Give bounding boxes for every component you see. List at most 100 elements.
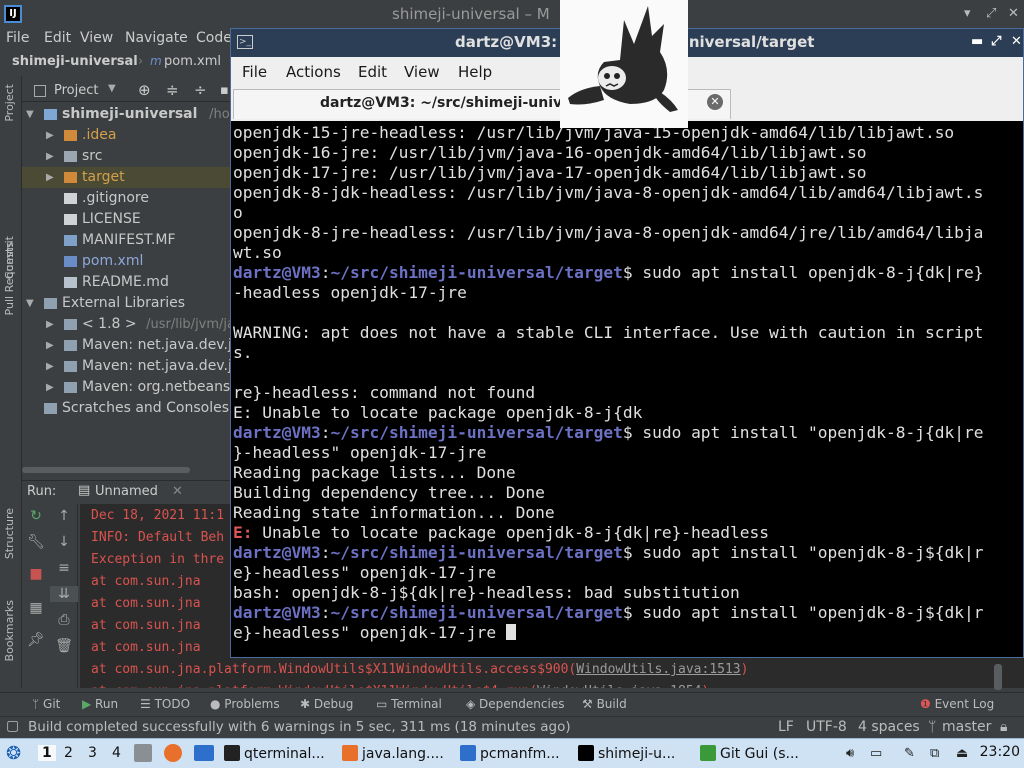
stacktrace-link[interactable]: WindowUtils.java:1513 [576,662,740,677]
chevron-right-icon[interactable]: ▶ [46,146,54,167]
tool-tab-project[interactable]: Project [3,84,16,122]
tree-item[interactable]: ▶ Maven: org.netbeans.e [22,377,232,398]
pin-icon[interactable]: 📌︎ [22,632,50,648]
status-message[interactable]: Build completed successfully with 6 warn… [28,719,571,735]
minimize-icon[interactable]: ▬ [971,34,983,49]
workspace-3[interactable]: 3 [88,745,97,761]
terminal-menu-help[interactable]: Help [458,63,492,81]
project-view-selector[interactable]: Project [54,83,98,98]
tab-git[interactable]: ᛘ Git [32,697,60,711]
volume-icon[interactable]: 🔊︎ [846,746,862,761]
tree-item[interactable]: Scratches and Consoles [22,398,232,419]
chevron-down-icon[interactable]: ▼ [26,104,34,125]
menu-view[interactable]: View [80,30,113,46]
desktop-launcher-icon[interactable] [194,745,214,761]
menu-edit[interactable]: Edit [44,30,71,46]
screenshot-icon[interactable]: ▭ [870,746,886,761]
taskbar-task[interactable]: java.lang.... [342,741,452,767]
tree-item[interactable]: MANIFEST.MF [22,230,232,251]
clock[interactable]: 23:20 [980,744,1020,760]
tab-build[interactable]: ⚒ Build [582,697,627,711]
workspace-4[interactable]: 4 [112,745,121,761]
stacktrace-link[interactable]: WindowUtils.java:1854 [537,684,701,688]
file-encoding[interactable]: UTF-8 [806,719,847,735]
trash-icon[interactable]: 🗑︎ [50,638,78,654]
terminal-menu-edit[interactable]: Edit [358,63,387,81]
terminal-output[interactable]: openjdk-15-jre-headless: /usr/lib/jvm/ja… [231,121,1023,657]
console-scroll-thumb[interactable] [994,664,1002,690]
indent-setting[interactable]: 4 spaces [858,719,920,735]
taskbar-task[interactable]: pcmanfm... [460,741,570,767]
up-icon[interactable]: ↑ [50,508,78,524]
chevron-down-icon[interactable]: ▼ [26,293,34,314]
clipboard-icon[interactable]: ✎ [904,746,920,761]
tab-dependencies[interactable]: ◈ Dependencies [466,697,564,711]
terminal-menu-actions[interactable]: Actions [286,63,341,81]
network-icon[interactable]: ⧉ [930,746,946,761]
terminal-menu-view[interactable]: View [404,63,440,81]
chevron-down-icon[interactable]: ▼ [108,83,116,94]
tree-item[interactable]: ▶ Maven: net.java.dev.jn [22,356,232,377]
tab-debug[interactable]: ✱ Debug [300,697,353,711]
taskbar-task[interactable]: Git Gui (s... [700,741,820,767]
tree-item[interactable]: ▶ Maven: net.java.dev.jn [22,335,232,356]
tree-item[interactable]: ▼ External Libraries [22,293,232,314]
collapse-icon[interactable]: ≑ [166,81,179,99]
down-icon[interactable]: ↓ [50,534,78,550]
wrench-icon[interactable]: 🔧︎ [22,534,50,550]
close-tab-icon[interactable]: ✕ [172,484,183,499]
start-menu-icon[interactable]: ❂ [6,743,21,764]
menu-file[interactable]: File [6,30,29,46]
minimize-icon[interactable]: ▾ [964,6,971,21]
tab-event-log[interactable]: ❶ Event Log [920,697,994,711]
chevron-right-icon[interactable]: ▶ [46,377,54,398]
tree-item[interactable]: ▶ target [22,167,232,188]
git-branch[interactable]: master [942,719,991,735]
chevron-right-icon[interactable]: ▶ [46,167,54,188]
tool-tab-bookmarks[interactable]: Bookmarks [3,600,16,661]
stop-icon[interactable]: ■ [22,566,50,582]
firefox-launcher-icon[interactable] [164,744,182,762]
eject-icon[interactable]: ⏏ [956,746,972,761]
lock-icon[interactable]: 🔒︎ [1000,719,1007,735]
tab-todo[interactable]: ☰ TODO [140,697,190,711]
restore-icon[interactable]: ⤢ [986,6,996,21]
chevron-right-icon[interactable]: ▶ [46,125,54,146]
rerun-icon[interactable]: ↻ [22,508,50,524]
layout-icon[interactable]: ▦ [22,600,50,616]
scroll-end-icon[interactable]: ⇊ [50,586,78,602]
horizontal-scrollbar[interactable] [22,466,232,474]
close-icon[interactable]: ✕ [1008,6,1019,21]
run-config-tab[interactable]: Unnamed [95,484,158,499]
chevron-right-icon[interactable]: ▶ [46,356,54,377]
locate-icon[interactable]: ⊕ [138,81,151,99]
tool-tab-structure[interactable]: Structure [3,508,16,559]
menu-code[interactable]: Code [196,30,232,46]
tab-problems[interactable]: ● Problems [210,697,280,711]
tree-item[interactable]: ▼ shimeji-universal/home [22,104,232,125]
workspace-1[interactable]: 1 [38,745,56,761]
close-icon[interactable]: ✕ [1011,34,1022,49]
file-manager-launcher-icon[interactable] [134,744,152,762]
tree-item[interactable]: LICENSE [22,209,232,230]
chevron-right-icon[interactable]: ▶ [46,335,54,356]
tree-item[interactable]: ▶ .idea [22,125,232,146]
tree-item[interactable]: ▶ < 1.8 > /usr/lib/jvm/ja [22,314,232,335]
print-icon[interactable]: ⎙ [50,612,78,628]
close-tab-icon[interactable]: ✕ [707,94,723,110]
tree-item[interactable]: .gitignore [22,188,232,209]
taskbar-task[interactable]: shimeji-u... [578,741,690,767]
expand-icon[interactable]: ÷ [194,81,207,99]
workspace-2[interactable]: 2 [64,745,73,761]
tool-tab-pull-requests[interactable]: Pull Requests [3,242,16,315]
tree-item[interactable]: README.md [22,272,232,293]
breadcrumb-project[interactable]: shimeji-universal [12,54,138,69]
shimeji-mascot[interactable] [560,0,688,128]
chevron-right-icon[interactable]: ▶ [46,314,54,335]
taskbar-task[interactable]: qterminal... [224,741,336,767]
tree-item[interactable]: ▶ src [22,146,232,167]
terminal-menu-file[interactable]: File [242,63,267,81]
tree-item[interactable]: pom.xml [22,251,232,272]
scroll-thumb[interactable] [22,467,190,473]
breadcrumb-file[interactable]: pom.xml [164,54,221,69]
